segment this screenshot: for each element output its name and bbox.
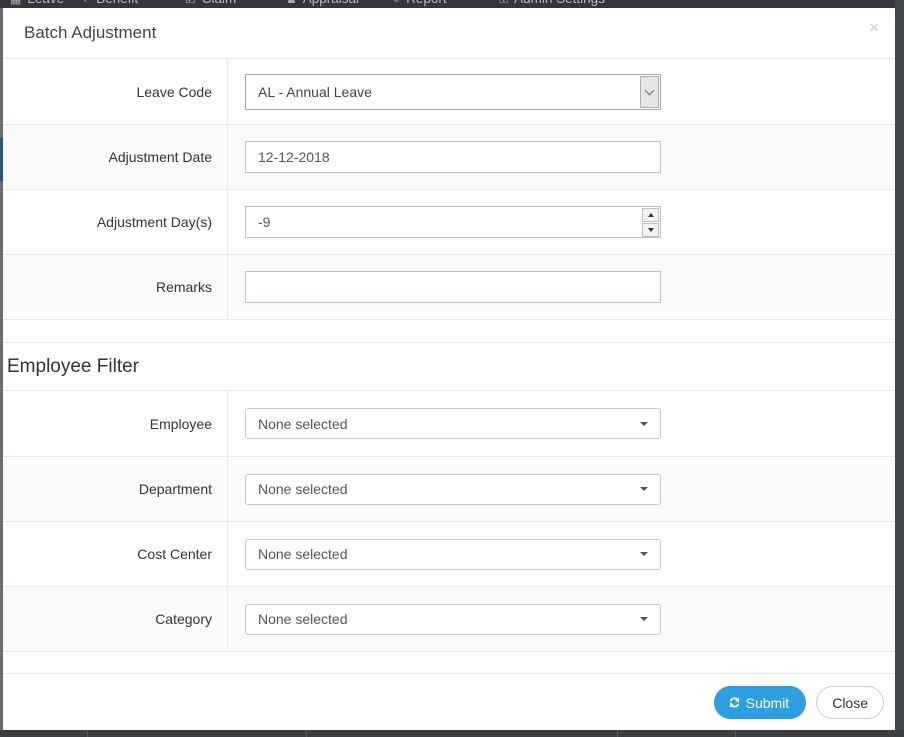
- modal-footer: Submit Close: [3, 673, 895, 730]
- cost-center-label: Cost Center: [3, 522, 228, 586]
- nav-item-claim: ☑Claim: [185, 0, 236, 6]
- adjustment-days-label: Adjustment Day(s): [3, 190, 228, 254]
- leave-code-select[interactable]: AL - Annual Leave: [245, 73, 661, 110]
- remarks-input[interactable]: [245, 271, 661, 303]
- triangle-up-icon: [647, 212, 654, 217]
- leave-code-label: Leave Code: [3, 59, 228, 124]
- adjustment-days-value: -9: [258, 214, 271, 230]
- appraisal-icon: ♟: [286, 0, 297, 6]
- category-label: Category: [3, 587, 228, 651]
- department-label: Department: [3, 457, 228, 521]
- background-table-edge: [0, 730, 904, 737]
- submit-button[interactable]: Submit: [713, 686, 807, 719]
- refresh-icon: [729, 697, 739, 708]
- background-navbar: ▦Leave ✧Benefit ☑Claim ♟Appraisal ✎Repor…: [0, 0, 904, 8]
- lock-icon: ⚿: [499, 0, 508, 6]
- category-multiselect-value: None selected: [258, 611, 348, 627]
- triangle-down-icon: [647, 227, 654, 232]
- modal-backdrop-right: [895, 0, 904, 737]
- form-row-adjustment-days: Adjustment Day(s) -9: [3, 189, 895, 254]
- department-multiselect[interactable]: None selected: [245, 473, 661, 505]
- cost-center-multiselect-value: None selected: [258, 546, 348, 562]
- caret-down-icon: [640, 421, 648, 426]
- nav-item-appraisal: ♟Appraisal: [286, 0, 359, 6]
- close-icon[interactable]: ×: [865, 17, 883, 38]
- number-spinner: [642, 207, 659, 237]
- adjustment-date-label: Adjustment Date: [3, 125, 228, 189]
- employee-filter-heading: Employee Filter: [7, 355, 139, 377]
- caret-down-icon: [640, 617, 648, 621]
- close-button[interactable]: Close: [816, 686, 884, 719]
- department-multiselect-value: None selected: [258, 481, 348, 497]
- submit-button-label: Submit: [745, 694, 790, 711]
- benefit-icon: ✧: [80, 0, 90, 6]
- cost-center-multiselect[interactable]: None selected: [245, 538, 661, 570]
- nav-item-admin-settings: ⚿Admin Settings: [499, 0, 605, 7]
- nav-item-leave: ▦Leave: [10, 0, 64, 6]
- form-row-leave-code: Leave Code AL - Annual Leave: [3, 59, 895, 124]
- form-row-remarks: Remarks: [3, 254, 895, 319]
- select-arrow-button[interactable]: [640, 75, 659, 108]
- remarks-label: Remarks: [3, 255, 228, 319]
- filter-row-cost-center: Cost Center None selected: [3, 521, 895, 586]
- category-multiselect[interactable]: None selected: [245, 603, 661, 635]
- caret-down-icon: [640, 487, 648, 491]
- employee-label: Employee: [3, 391, 228, 456]
- chevron-down-icon: [644, 85, 655, 95]
- spinner-up-button[interactable]: [642, 207, 659, 222]
- adjustment-form: Leave Code AL - Annual Leave Adjustment …: [3, 58, 895, 320]
- spinner-down-button[interactable]: [642, 222, 659, 237]
- filter-row-employee: Employee None selected: [3, 391, 895, 456]
- employee-multiselect-value: None selected: [258, 415, 348, 432]
- close-button-label: Close: [832, 694, 868, 711]
- claim-icon: ☑: [185, 0, 196, 6]
- adjustment-days-input[interactable]: -9: [245, 206, 661, 238]
- form-row-adjustment-date: Adjustment Date: [3, 124, 895, 189]
- batch-adjustment-modal: Batch Adjustment × Leave Code AL - Annua…: [3, 8, 895, 730]
- employee-multiselect[interactable]: None selected: [245, 408, 661, 439]
- report-icon: ✎: [390, 0, 400, 6]
- filter-row-category: Category None selected: [3, 586, 895, 651]
- adjustment-date-input[interactable]: [245, 141, 661, 173]
- employee-filter-section: Employee Filter Employee None selected D…: [3, 342, 895, 652]
- nav-item-benefit: ✧Benefit: [80, 0, 138, 6]
- filter-row-department: Department None selected: [3, 456, 895, 521]
- leave-icon: ▦: [10, 0, 21, 6]
- modal-title: Batch Adjustment: [24, 23, 157, 42]
- leave-code-value: AL - Annual Leave: [258, 83, 372, 100]
- modal-header: Batch Adjustment ×: [3, 8, 895, 58]
- nav-item-report: ✎Report: [390, 0, 447, 6]
- caret-down-icon: [640, 552, 648, 556]
- employee-filter-form: Employee None selected Department None s…: [3, 390, 895, 652]
